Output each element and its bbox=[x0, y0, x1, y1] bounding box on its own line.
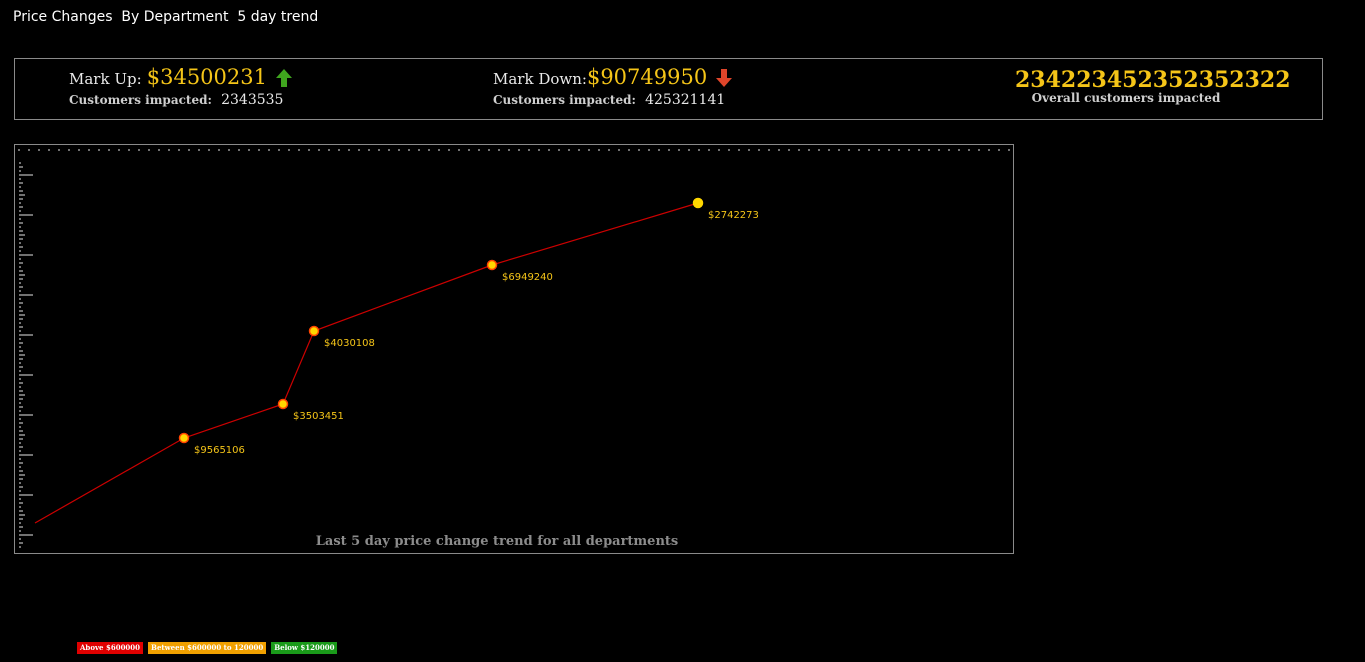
trend-chart: $9565106 $3503451 $4030108 $6949240 $2742273… bbox=[14, 144, 1014, 554]
legend-between: Between $600000 to 120000 bbox=[148, 642, 267, 654]
markup-summary: Mark Up: $34500231 Customers impacted: 2… bbox=[69, 65, 293, 108]
data-point[interactable] bbox=[486, 259, 498, 271]
series-line bbox=[34, 202, 699, 524]
legend-below: Below $120000 bbox=[271, 642, 338, 654]
overall-summary: 234223452352352322 Overall customers imp… bbox=[1015, 67, 1291, 105]
arrow-down-icon bbox=[716, 68, 733, 91]
data-point[interactable] bbox=[178, 432, 190, 444]
series-points bbox=[178, 197, 704, 444]
chart-caption: Last 5 day price change trend for all de… bbox=[316, 534, 678, 549]
markdown-customers-label: Customers impacted: bbox=[493, 92, 636, 107]
overall-customers-label: Overall customers impacted bbox=[1031, 91, 1221, 105]
arrow-up-icon bbox=[276, 68, 293, 91]
overall-customers-value: 234223452352352322 bbox=[1015, 67, 1291, 93]
markup-customers-value: 2343535 bbox=[221, 91, 284, 108]
data-label: $2742273 bbox=[708, 210, 759, 221]
data-label: $4030108 bbox=[324, 338, 375, 349]
markup-value: $34500231 bbox=[146, 65, 267, 89]
legend-above: Above $600000 bbox=[77, 642, 144, 654]
markdown-value: $90749950 bbox=[586, 65, 708, 89]
data-point[interactable] bbox=[277, 398, 289, 410]
summary-panel: Mark Up: $34500231 Customers impacted: 2… bbox=[14, 58, 1323, 120]
markup-label: Mark Up: bbox=[69, 70, 142, 88]
markdown-summary: Mark Down:$90749950 Customers impacted: … bbox=[493, 65, 733, 108]
data-point[interactable] bbox=[308, 325, 320, 337]
top-axis-ticks bbox=[18, 149, 1010, 151]
markup-customers-label: Customers impacted: bbox=[69, 92, 212, 107]
trend-chart-svg: $9565106 $3503451 $4030108 $6949240 $2742273… bbox=[18, 149, 1010, 549]
data-label: $3503451 bbox=[293, 411, 344, 422]
page-title: Price Changes By Department 5 day trend bbox=[13, 9, 319, 25]
data-point[interactable] bbox=[692, 197, 704, 209]
trend-line bbox=[34, 202, 699, 524]
left-axis-ticks bbox=[19, 162, 33, 548]
data-label: $6949240 bbox=[502, 272, 553, 283]
series-labels: $9565106 $3503451 $4030108 $6949240 $2742273 bbox=[194, 210, 759, 456]
data-label: $9565106 bbox=[194, 445, 245, 456]
markdown-label: Mark Down: bbox=[493, 70, 587, 88]
markdown-customers-value: 425321141 bbox=[645, 91, 726, 108]
legend: Above $600000 Between $600000 to 120000 … bbox=[77, 642, 338, 654]
